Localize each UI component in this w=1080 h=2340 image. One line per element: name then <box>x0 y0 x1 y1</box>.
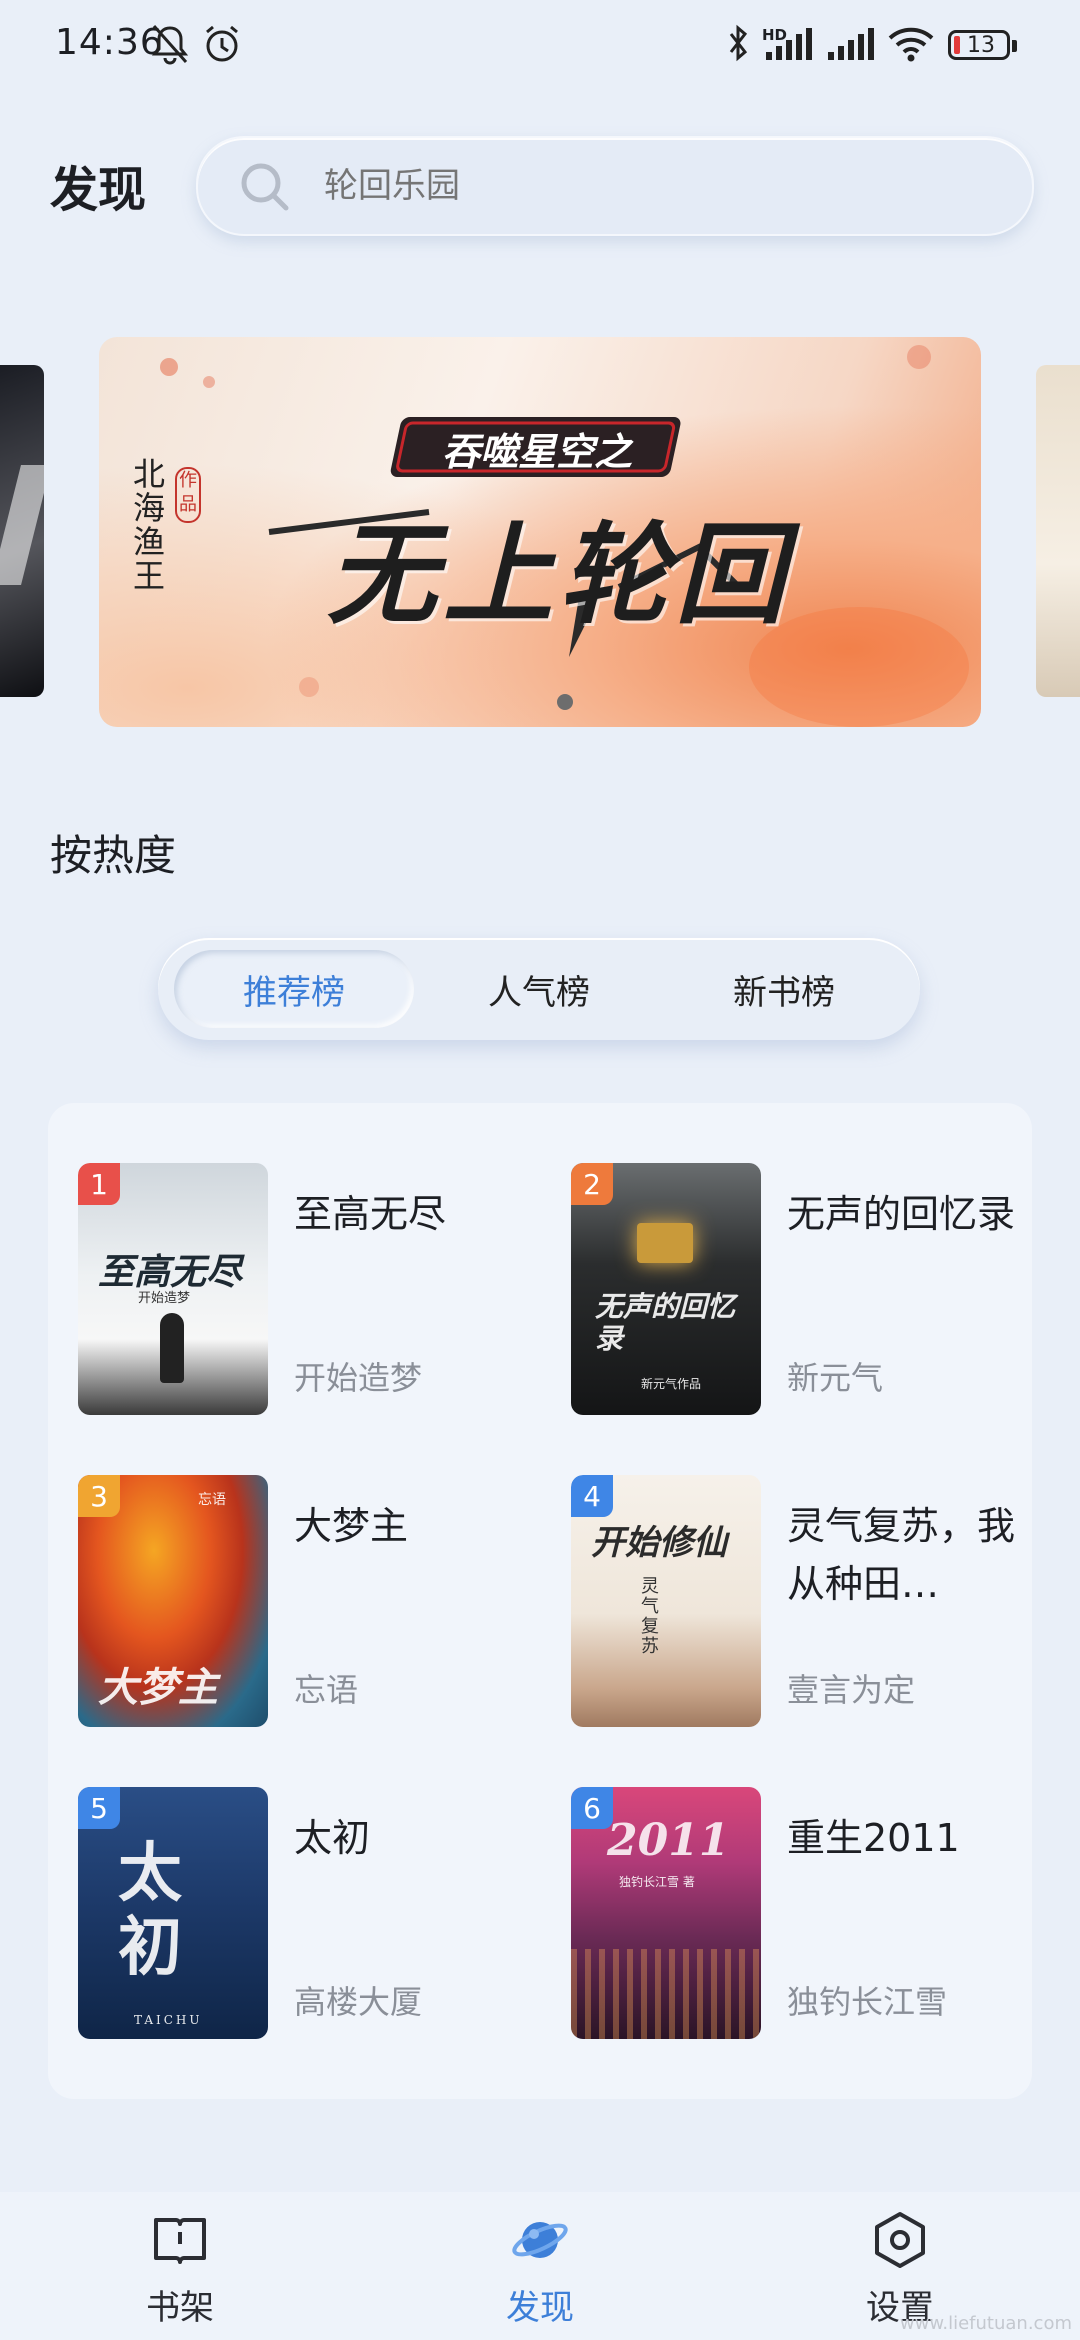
tab-popular[interactable]: 人气榜 <box>419 950 659 1028</box>
rank-badge: 3 <box>78 1475 120 1517</box>
cover-caption: 忘语 <box>198 1492 226 1508</box>
status-time: 14:36 <box>55 22 164 63</box>
book-cover: 至高无尽 开始造梦 1 <box>78 1163 268 1415</box>
book-author: 开始造梦 <box>294 1359 423 1397</box>
search-icon <box>241 163 289 211</box>
nav-bookshelf[interactable]: 书架 <box>70 2192 290 2340</box>
status-bar: 14:36 HD 13 <box>0 0 1080 100</box>
cover-title: 开始修仙 <box>591 1523 727 1563</box>
banner-prev-peek[interactable] <box>0 365 44 697</box>
book-title: 大梦主 <box>294 1504 409 1548</box>
book-title: 至高无尽 <box>294 1192 447 1236</box>
alarm-icon <box>206 25 238 62</box>
book-item-4[interactable]: 开始修仙 灵气复苏 4 灵气复苏，我从种田… 壹言为定 <box>571 1475 1061 1727</box>
nav-label: 发现 <box>506 2288 574 2328</box>
book-author: 忘语 <box>294 1671 359 1709</box>
book-cover: 大梦主 忘语 3 <box>78 1475 268 1727</box>
planet-icon <box>512 2222 568 2258</box>
book-item-2[interactable]: 无声的回忆录 新元气作品 2 无声的回忆录 新元气 <box>571 1163 1061 1415</box>
signal-icon-2 <box>828 28 874 60</box>
bluetooth-icon <box>729 24 748 62</box>
book-icon <box>154 2218 206 2264</box>
book-item-1[interactable]: 至高无尽 开始造梦 1 至高无尽 开始造梦 <box>78 1163 568 1415</box>
cover-caption: 灵气复苏 <box>641 1576 659 1657</box>
rank-badge: 2 <box>571 1163 613 1205</box>
cover-caption: 开始造梦 <box>138 1291 191 1306</box>
cover-title: 无声的回忆录 <box>595 1290 736 1355</box>
cover-title: 大梦主 <box>98 1664 218 1711</box>
section-title: 按热度 <box>50 831 177 880</box>
banner-next-peek[interactable] <box>1036 365 1080 697</box>
book-cover: 太初 TAICHU 5 <box>78 1787 268 2039</box>
rank-badge: 5 <box>78 1787 120 1829</box>
book-cover: 无声的回忆录 新元气作品 2 <box>571 1163 761 1415</box>
mute-bell-icon <box>151 25 189 65</box>
book-title: 无声的回忆录 <box>787 1192 1016 1236</box>
battery-fill <box>954 36 960 54</box>
page-title: 发现 <box>50 162 147 218</box>
nav-discover[interactable]: 发现 <box>430 2192 650 2340</box>
battery-icon: 13 <box>948 30 1010 60</box>
signal-icon <box>766 28 812 60</box>
banner-main[interactable]: 北海渔王 作品 吞噬星空之 无上轮回 <box>99 337 981 727</box>
book-item-5[interactable]: 太初 TAICHU 5 太初 高楼大厦 <box>78 1787 568 2039</box>
rank-badge: 6 <box>571 1787 613 1829</box>
rank-badge: 4 <box>571 1475 613 1517</box>
search-input[interactable] <box>322 160 966 212</box>
banner-subtitle: 吞噬星空之 <box>441 430 632 474</box>
book-title: 太初 <box>294 1816 371 1860</box>
cover-caption: 独钓长江雪 著 <box>619 1875 695 1889</box>
book-author: 新元气 <box>787 1359 884 1397</box>
book-cover: 开始修仙 灵气复苏 4 <box>571 1475 761 1727</box>
bottom-navigation: 书架 发现 设置 www.liefutuan.com <box>0 2192 1080 2340</box>
cover-title: 2011 <box>607 1815 730 1866</box>
ranking-tab-bar: 推荐榜 人气榜 新书榜 <box>158 938 920 1040</box>
ranking-card: 至高无尽 开始造梦 1 至高无尽 开始造梦 无声的回忆录 新元气作品 2 无声的… <box>48 1103 1032 2099</box>
banner-work-tag: 作品 <box>175 467 201 523</box>
cover-caption: TAICHU <box>134 2013 203 2027</box>
settings-hexagon-icon <box>875 2212 925 2268</box>
battery-level: 13 <box>967 33 995 58</box>
carousel-indicator <box>557 694 573 710</box>
book-author: 高楼大厦 <box>294 1983 423 2021</box>
book-cover: 2011 独钓长江雪 著 6 <box>571 1787 761 2039</box>
battery-tip <box>1012 40 1017 52</box>
book-author: 壹言为定 <box>787 1671 916 1709</box>
book-author: 独钓长江雪 <box>787 1983 948 2021</box>
rank-badge: 1 <box>78 1163 120 1205</box>
nav-label: 书架 <box>146 2288 214 2328</box>
book-title: 灵气复苏，我从种田… <box>787 1504 1016 1606</box>
banner-headline: 无上轮回 <box>327 511 791 639</box>
wifi-icon <box>888 27 934 62</box>
search-bar[interactable] <box>196 136 1034 236</box>
banner-author: 北海渔王 <box>133 455 166 595</box>
cover-title: 太初 <box>118 1836 182 1985</box>
watermark: www.liefutuan.com <box>899 2313 1072 2334</box>
book-title: 重生2011 <box>787 1816 960 1860</box>
book-item-3[interactable]: 大梦主 忘语 3 大梦主 忘语 <box>78 1475 568 1727</box>
book-item-6[interactable]: 2011 独钓长江雪 著 6 重生2011 独钓长江雪 <box>571 1787 1061 2039</box>
tab-new-books[interactable]: 新书榜 <box>664 950 904 1028</box>
tab-recommended[interactable]: 推荐榜 <box>174 950 414 1028</box>
cover-caption: 新元气作品 <box>641 1377 702 1391</box>
